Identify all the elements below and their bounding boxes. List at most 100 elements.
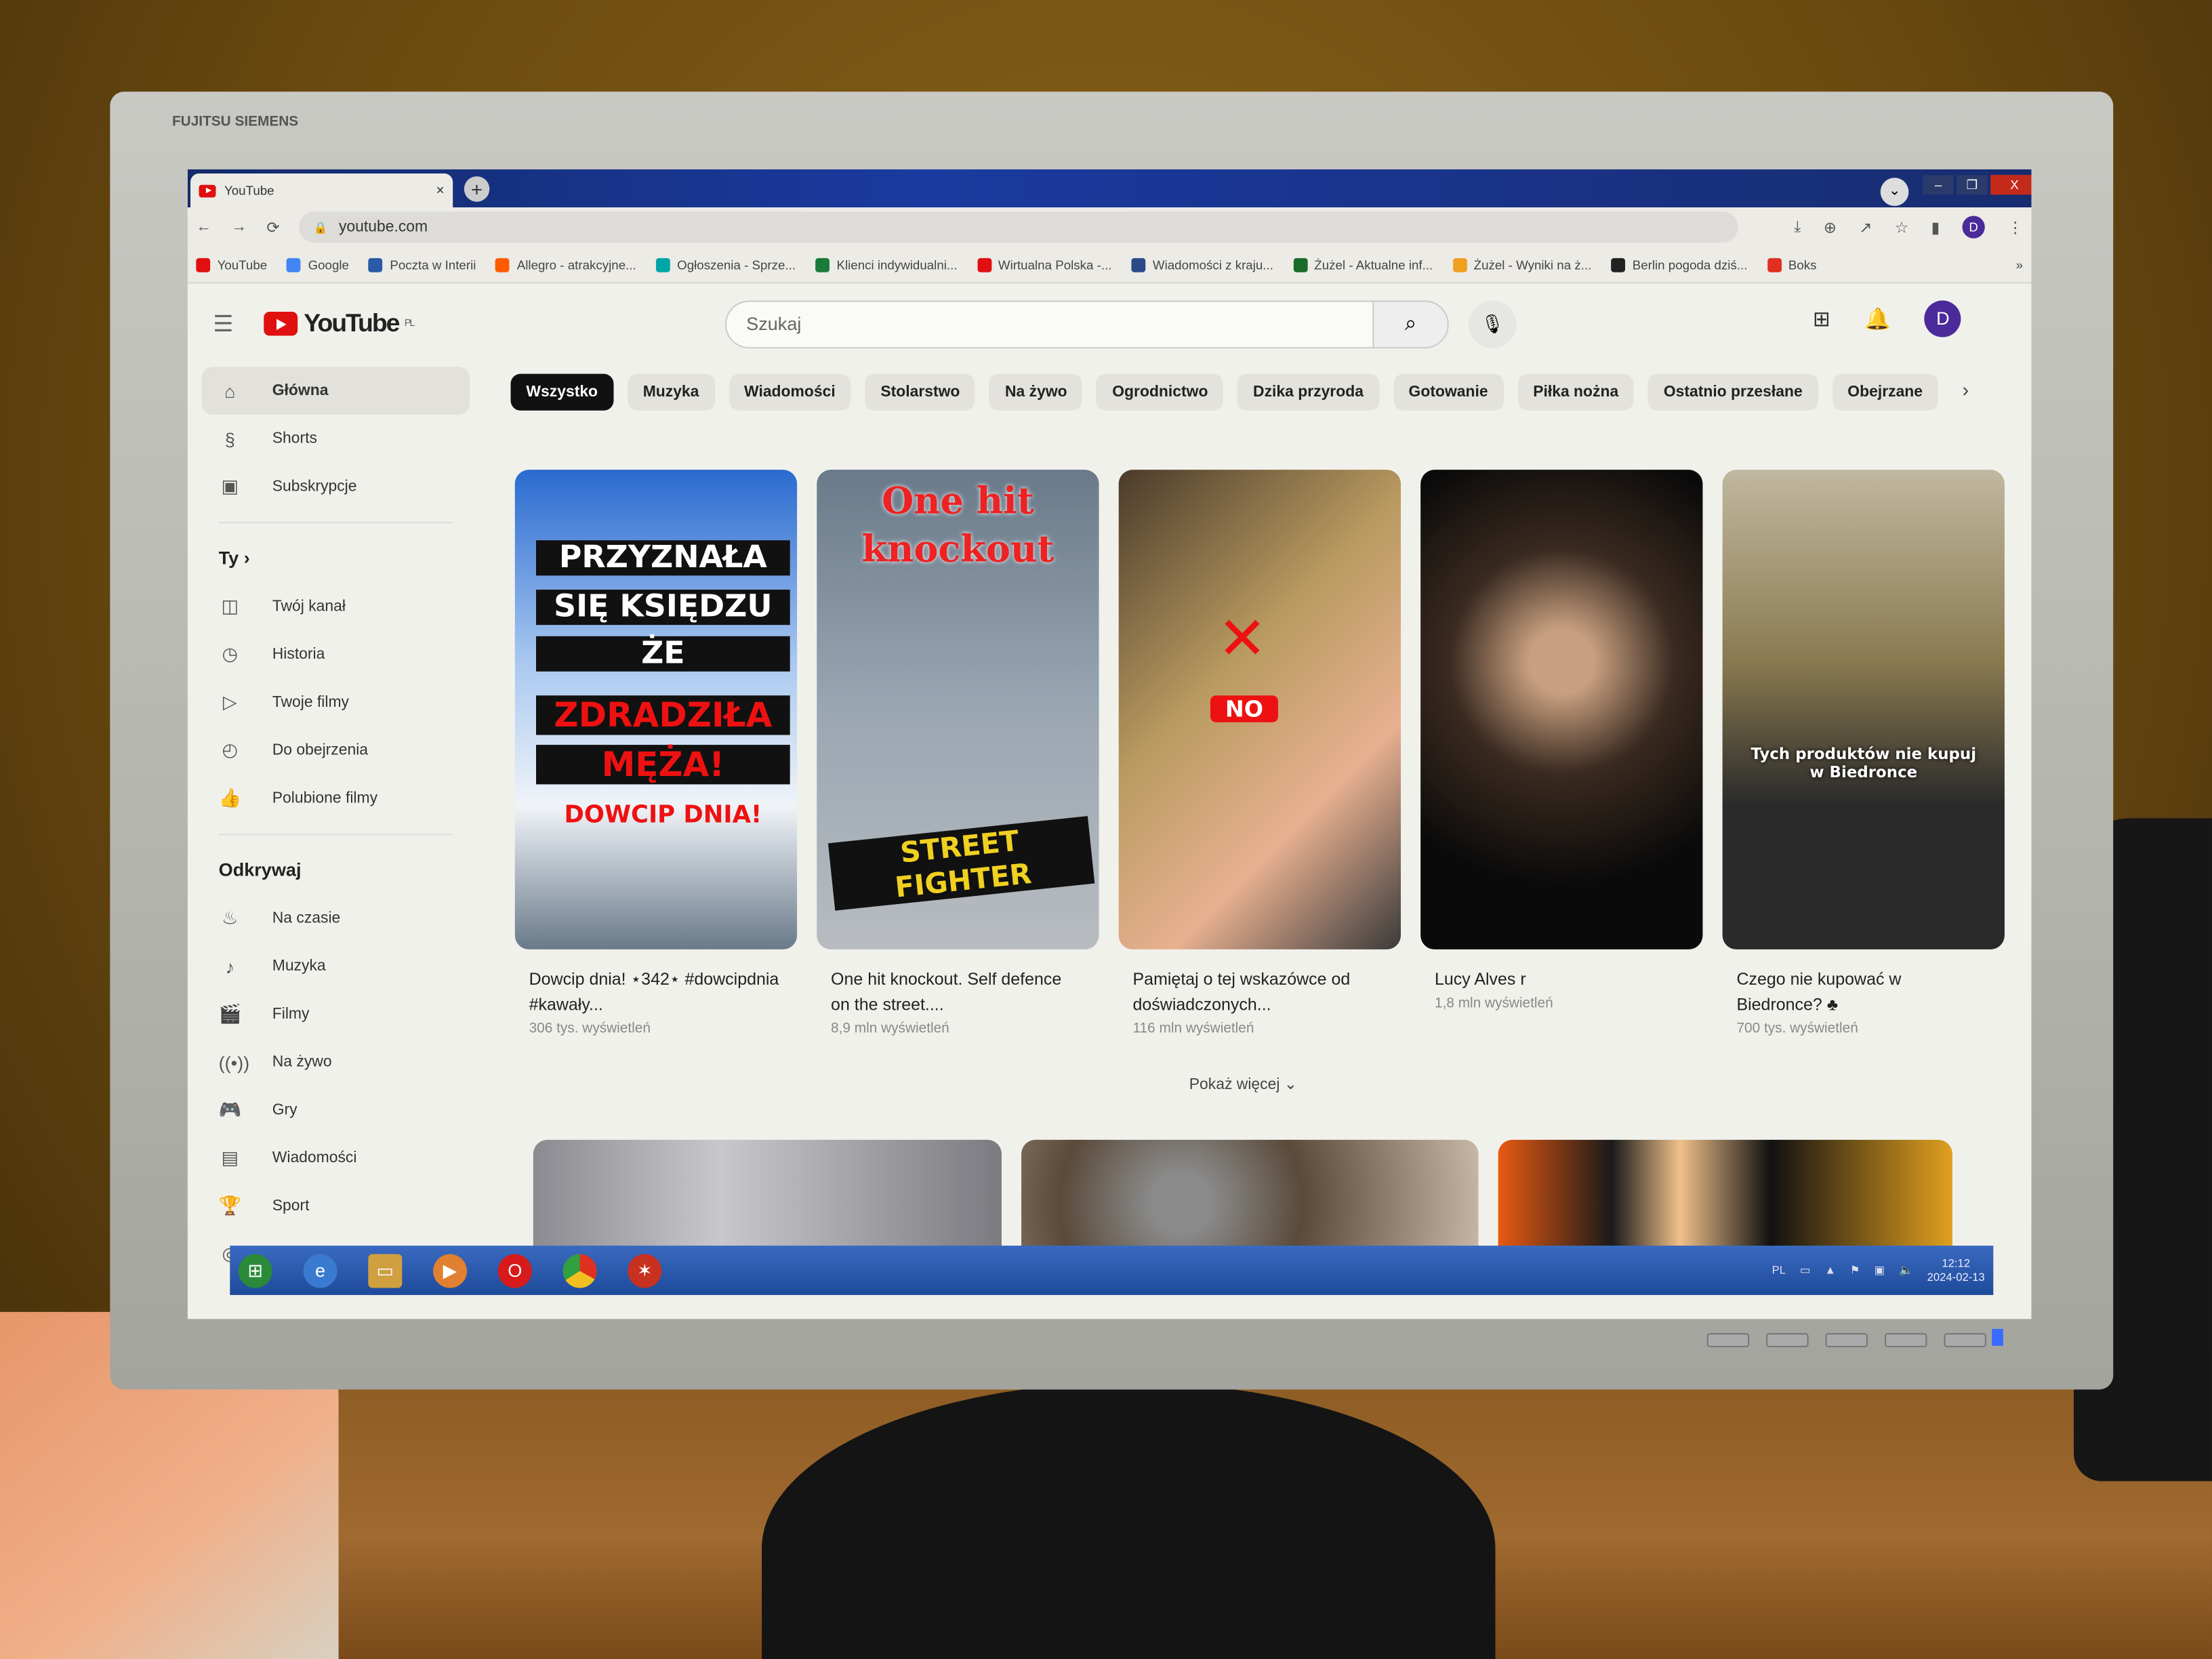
short-card[interactable]: PRZYZNAŁA SIĘ KSIĘDZU ŻE ZDRADZIŁA MĘŻA! DOWC…: [514, 470, 798, 1037]
bookmark-item[interactable]: Ogłoszenia - Sprze...: [655, 257, 796, 272]
bookmark-item[interactable]: Boks: [1767, 257, 1817, 272]
sidebar-item-muzyka[interactable]: ♪ Muzyka: [202, 943, 470, 991]
tab-youtube[interactable]: YouTube ×: [190, 173, 453, 207]
bookmark-item[interactable]: Klienci indywidualni...: [815, 257, 958, 272]
hamburger-menu-icon[interactable]: ☰: [213, 310, 233, 338]
monitor-buttons[interactable]: [1706, 1333, 1986, 1347]
sidebar-item-wiadomości[interactable]: ▤ Wiadomości: [202, 1134, 470, 1183]
tab-close-button[interactable]: ×: [436, 183, 445, 199]
chip-gotowanie[interactable]: Gotowanie: [1393, 373, 1504, 411]
short-title[interactable]: Lucy Alves r: [1420, 966, 1702, 991]
bookmark-favicon-icon: [1293, 257, 1307, 272]
short-card[interactable]: Lucy Alves r 1,8 mln wyświetleń: [1420, 470, 1703, 1037]
flag-icon[interactable]: ⚑: [1850, 1264, 1860, 1277]
sidebar-item-na-żywo[interactable]: ((•)) Na żywo: [202, 1038, 470, 1086]
chip-wszystko[interactable]: Wszystko: [510, 373, 613, 411]
chip-stolarstwo[interactable]: Stolarstwo: [865, 373, 976, 411]
app-icon[interactable]: ✶: [628, 1253, 662, 1288]
sidebar-item-filmy[interactable]: 🎬 Filmy: [202, 990, 470, 1038]
clock-time: 12:12: [1942, 1256, 1971, 1269]
sidebar-item-subskrypcje[interactable]: ▣ Subskrypcje: [202, 463, 470, 511]
chip-dzika-przyroda[interactable]: Dzika przyroda: [1237, 373, 1379, 411]
chip-na-żywo[interactable]: Na żywo: [989, 373, 1083, 411]
short-thumbnail[interactable]: ✕ NO: [1118, 470, 1401, 949]
short-thumbnail[interactable]: Tych produktów nie kupuj w Biedronce: [1722, 470, 2005, 949]
close-window-button[interactable]: X: [1990, 175, 2032, 195]
youtube-logo[interactable]: YouTube PL: [264, 309, 415, 339]
chrome-icon[interactable]: [562, 1253, 597, 1288]
network-icon[interactable]: ▣: [1875, 1264, 1885, 1277]
sidebar-item-sport[interactable]: 🏆 Sport: [202, 1182, 470, 1230]
chip-muzyka[interactable]: Muzyka: [627, 373, 715, 411]
show-hidden-icons[interactable]: ▲: [1824, 1264, 1835, 1277]
bookmark-item[interactable]: Żużel - Aktualne inf...: [1293, 257, 1433, 272]
share-icon[interactable]: ↗: [1859, 218, 1872, 237]
bookmark-item[interactable]: Google: [287, 257, 349, 272]
short-card[interactable]: One hit knockout STREET FIGHTER One hit kno…: [817, 470, 1099, 1037]
profile-avatar[interactable]: D: [1962, 216, 1985, 239]
short-thumbnail[interactable]: PRZYZNAŁA SIĘ KSIĘDZU ŻE ZDRADZIŁA MĘŻA! DOWC…: [514, 470, 798, 949]
bookmark-item[interactable]: Berlin pogoda dziś...: [1611, 257, 1747, 272]
notifications-bell-icon[interactable]: 🔔: [1864, 306, 1891, 331]
bookmark-item[interactable]: Poczta w Interii: [369, 257, 476, 272]
sidebar-item-polubione-filmy[interactable]: 👍 Polubione filmy: [202, 775, 470, 823]
short-title[interactable]: Czego nie kupować w Biedronce? ♣: [1723, 966, 2005, 1017]
search-input[interactable]: Szukaj: [724, 300, 1374, 349]
short-card[interactable]: Tych produktów nie kupuj w Biedronce Czeg…: [1722, 470, 2005, 1037]
sidebar-item-do-obejrzenia[interactable]: ◴ Do obejrzenia: [202, 726, 470, 775]
forward-button[interactable]: →: [231, 219, 247, 236]
bookmark-item[interactable]: Allegro - atrakcyjne...: [495, 257, 636, 272]
bookmark-item[interactable]: Żużel - Wyniki na ż...: [1452, 257, 1591, 272]
tab-search-button[interactable]: ⌄: [1880, 178, 1909, 206]
sidebar-item-historia[interactable]: ◷ Historia: [202, 630, 470, 678]
account-avatar[interactable]: D: [1924, 300, 1961, 337]
chip-piłka-nożna[interactable]: Piłka nożna: [1517, 373, 1635, 411]
voice-search-button[interactable]: 🎙: [1468, 300, 1517, 349]
file-explorer-icon[interactable]: ▭: [368, 1253, 403, 1288]
show-more-button[interactable]: Pokaż więcej ⌄: [1189, 1075, 1297, 1093]
chip-obejrzane[interactable]: Obejrzane: [1832, 373, 1938, 411]
bookmarks-overflow-button[interactable]: »: [2016, 258, 2023, 272]
chip-wiadomości[interactable]: Wiadomości: [729, 373, 851, 411]
volume-icon[interactable]: 🔈: [1899, 1264, 1913, 1277]
language-indicator[interactable]: PL: [1772, 1264, 1786, 1277]
short-title[interactable]: Pamiętaj o tej wskazówce od doświadczony…: [1119, 966, 1401, 1017]
chips-next-button[interactable]: ›: [1963, 378, 1969, 401]
install-icon[interactable]: ⤓: [1794, 218, 1801, 237]
chip-ogrodnictwo[interactable]: Ogrodnictwo: [1097, 373, 1224, 411]
create-video-icon[interactable]: ⊞: [1813, 306, 1830, 331]
sidebar-item-twoje-filmy[interactable]: ▷ Twoje filmy: [202, 678, 470, 726]
media-player-icon[interactable]: ▶: [433, 1253, 468, 1288]
short-thumbnail[interactable]: One hit knockout STREET FIGHTER: [817, 470, 1099, 949]
sidepanel-icon[interactable]: ▮: [1931, 218, 1940, 237]
bookmark-item[interactable]: YouTube: [196, 257, 267, 272]
restore-button[interactable]: ❐: [1957, 175, 1988, 195]
opera-icon[interactable]: O: [497, 1253, 532, 1288]
url-input[interactable]: 🔒 youtube.com: [299, 211, 1738, 243]
keyboard-icon[interactable]: ▭: [1800, 1264, 1811, 1277]
sidebar-section-you[interactable]: Ty ›: [202, 535, 470, 583]
short-thumbnail[interactable]: [1420, 470, 1703, 949]
sidebar-item-gry[interactable]: 🎮 Gry: [202, 1086, 470, 1134]
sidebar-item-główna[interactable]: ⌂ Główna: [201, 367, 470, 415]
chip-ostatnio-przesłane[interactable]: Ostatnio przesłane: [1647, 373, 1818, 411]
reload-button[interactable]: ⟳: [266, 218, 279, 237]
short-card[interactable]: ✕ NO Pamiętaj o tej wskazówce od doświadcz…: [1118, 470, 1401, 1037]
bookmark-item[interactable]: Wirtualna Polska -...: [977, 257, 1112, 272]
star-icon[interactable]: ☆: [1895, 218, 1909, 237]
new-tab-button[interactable]: +: [464, 176, 490, 202]
back-button[interactable]: ←: [196, 219, 211, 236]
short-title[interactable]: Dowcip dnia! ⋆342⋆ #dowcipdnia #kawały..…: [515, 966, 797, 1017]
search-button[interactable]: ⌕: [1372, 300, 1449, 349]
start-button[interactable]: ⊞: [238, 1253, 272, 1288]
zoom-icon[interactable]: ⊕: [1824, 218, 1837, 237]
browser-menu-button[interactable]: ⋮: [2007, 218, 2023, 237]
minimize-button[interactable]: –: [1923, 175, 1954, 195]
internet-explorer-icon[interactable]: e: [303, 1253, 337, 1288]
bookmark-item[interactable]: Wiadomości z kraju...: [1131, 257, 1273, 272]
sidebar-item-na-czasie[interactable]: ♨ Na czasie: [202, 895, 470, 943]
sidebar-item-twój-kanał[interactable]: ◫ Twój kanał: [202, 583, 470, 631]
short-title[interactable]: One hit knockout. Self defence on the st…: [817, 966, 1099, 1017]
clock[interactable]: 12:12 2024-02-13: [1927, 1256, 1985, 1285]
sidebar-item-shorts[interactable]: § Shorts: [202, 415, 470, 463]
